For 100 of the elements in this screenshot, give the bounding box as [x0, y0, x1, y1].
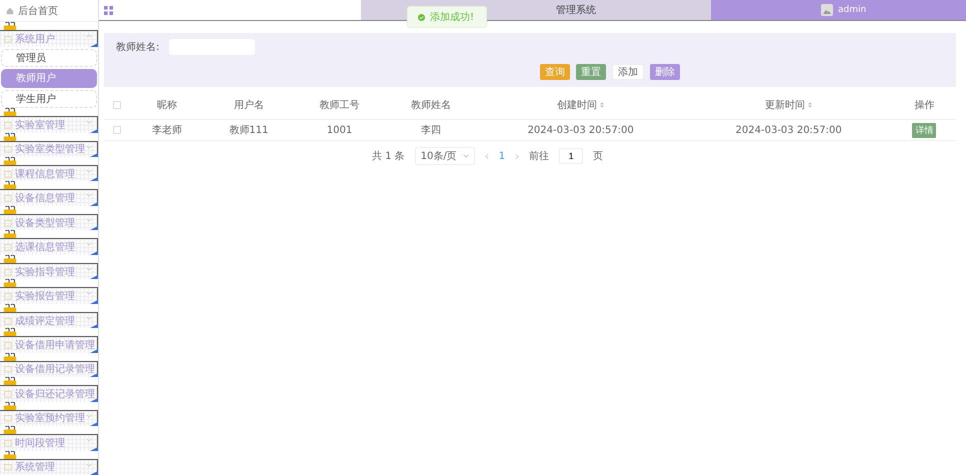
folder-icon: [4, 194, 12, 202]
previous-page-icon[interactable]: [484, 152, 489, 160]
chevron-icon: [86, 438, 92, 442]
corner-fold-icon: [90, 250, 98, 255]
detail-button[interactable]: 详情: [912, 122, 936, 138]
chevron-icon: [86, 34, 92, 38]
action-button[interactable]: 删除: [650, 64, 680, 80]
folder-icon: [4, 292, 12, 300]
chevron-icon: [86, 168, 92, 173]
binder-clip-icon: [2, 108, 18, 116]
chevron-icon: [86, 242, 92, 246]
search-label: 教师姓名:: [116, 41, 160, 54]
folder-icon: [4, 365, 12, 374]
table-cell: 李老师: [152, 125, 182, 136]
page-jump-field[interactable]: 1: [559, 148, 584, 164]
action-button[interactable]: 重置: [576, 64, 606, 80]
table-cell: 2024-03-03 20:57:00: [528, 124, 634, 136]
chevron-icon: [86, 291, 92, 296]
binder-clip-icon: [2, 352, 18, 361]
system-title: 管理系统: [556, 4, 596, 17]
sort-icon[interactable]: [600, 102, 604, 108]
submenu-item[interactable]: 管理员: [1, 48, 97, 68]
sidebar-item[interactable]: 实验指导管理: [0, 262, 98, 280]
binder-clip-icon: [2, 22, 18, 30]
corner-fold-icon: [90, 152, 98, 157]
chevron-icon: [86, 340, 92, 344]
folder-icon: [4, 120, 12, 129]
chevron-icon: [86, 218, 92, 222]
success-icon: [418, 14, 425, 20]
sidebar-item[interactable]: 实验室类型管理: [0, 140, 98, 157]
action-button[interactable]: 查询: [540, 64, 570, 80]
sidebar-item[interactable]: 系统用户: [0, 30, 98, 47]
corner-fold-icon: [90, 202, 98, 206]
folder-icon: [4, 218, 12, 227]
next-page-icon[interactable]: [515, 152, 520, 160]
sidebar-item[interactable]: 实验室管理: [0, 116, 98, 133]
sidebar-item[interactable]: 设备信息管理: [0, 189, 98, 206]
sidebar-item[interactable]: 设备类型管理: [0, 214, 98, 230]
folder-icon: [4, 243, 12, 252]
column-header: 用户名: [234, 100, 264, 111]
sidebar-item[interactable]: 时间段管理: [0, 434, 98, 451]
corner-fold-icon: [90, 42, 98, 47]
column-header: 教师工号: [319, 100, 360, 111]
username: admin: [838, 5, 866, 15]
page-number[interactable]: 1: [498, 150, 506, 162]
corner-fold-icon: [90, 446, 98, 451]
binder-clip-icon: [2, 328, 18, 336]
sidebar-item[interactable]: 系统管理: [0, 458, 98, 475]
chevron-icon: [86, 414, 92, 418]
binder-clip-icon: [2, 279, 18, 288]
corner-fold-icon: [90, 177, 98, 182]
sidebar-item[interactable]: 选课信息管理: [0, 238, 98, 255]
corner-fold-icon: [90, 398, 98, 402]
corner-fold-icon: [90, 226, 98, 230]
binder-clip-icon: [2, 450, 18, 459]
corner-fold-icon: [90, 324, 98, 328]
row-checkbox[interactable]: [113, 126, 121, 134]
chevron-icon: [86, 316, 92, 320]
corner-fold-icon: [90, 471, 98, 475]
binder-clip-icon: [2, 304, 18, 312]
column-header: 更新时间: [765, 100, 806, 111]
select-all-checkbox[interactable]: [113, 100, 121, 109]
folder-icon: [4, 414, 12, 422]
page-size-select[interactable]: 10条/页: [414, 147, 475, 165]
binder-clip-icon: [2, 206, 18, 214]
folder-icon: [4, 463, 12, 472]
binder-clip-icon: [2, 156, 18, 165]
sidebar-item[interactable]: 设备归还记录管理: [0, 385, 98, 402]
submenu-item[interactable]: 学生用户: [1, 90, 97, 108]
sidebar-item[interactable]: 设备借用申请管理: [0, 336, 98, 353]
chevron-icon: [462, 154, 469, 158]
sidebar-item[interactable]: 课程信息管理: [0, 164, 98, 182]
binder-clip-icon: [2, 426, 18, 434]
binder-clip-icon: [2, 230, 18, 238]
sidebar-item[interactable]: 实验室预约管理: [0, 410, 98, 426]
sort-icon[interactable]: [808, 102, 812, 108]
binder-clip-icon: [2, 377, 18, 386]
sidebar-item[interactable]: 成绩评定管理: [0, 312, 98, 328]
corner-fold-icon: [90, 128, 98, 133]
sidebar-item[interactable]: 设备借用记录管理: [0, 360, 98, 378]
action-button[interactable]: 添加: [612, 64, 644, 80]
folder-icon: [4, 390, 12, 398]
chevron-icon: [86, 144, 92, 149]
folder-icon: [4, 438, 12, 447]
folder-icon: [4, 316, 12, 325]
column-header: 教师姓名: [410, 100, 451, 111]
toast-text: 添加成功!: [430, 10, 474, 24]
menu-grid-icon[interactable]: [104, 6, 113, 14]
submenu-item[interactable]: 教师用户: [1, 69, 97, 88]
column-header: 昵称: [156, 100, 177, 111]
sidebar-item[interactable]: 实验报告管理: [0, 287, 98, 304]
chevron-icon: [86, 364, 92, 369]
folder-icon: [4, 145, 12, 154]
corner-fold-icon: [90, 422, 98, 426]
sidebar-item[interactable]: 后台首页: [0, 0, 98, 22]
corner-fold-icon: [90, 300, 98, 304]
binder-clip-icon: [2, 181, 18, 190]
table-cell: 李四: [420, 125, 441, 136]
corner-fold-icon: [90, 275, 98, 280]
column-header: 创建时间: [557, 100, 598, 111]
